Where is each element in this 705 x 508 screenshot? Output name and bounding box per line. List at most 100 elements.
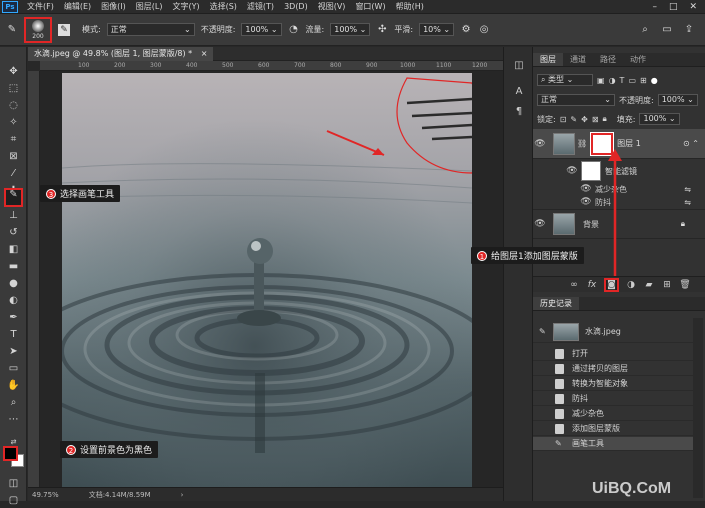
- color-swatches[interactable]: [3, 446, 25, 468]
- close-button[interactable]: ✕: [689, 2, 697, 12]
- color-panel-icon[interactable]: ◫: [512, 59, 526, 73]
- share-icon[interactable]: ⇪: [683, 24, 695, 36]
- fx-icon[interactable]: fx: [586, 280, 598, 290]
- minimize-button[interactable]: –: [652, 2, 657, 12]
- menu-layer[interactable]: 图层(L): [131, 1, 168, 12]
- history-item[interactable]: 转换为智能对象: [533, 377, 693, 391]
- history-item[interactable]: 打开: [533, 347, 693, 361]
- eye-icon[interactable]: 👁︎: [533, 219, 547, 229]
- gear-icon[interactable]: ⚙: [460, 24, 472, 36]
- gradient-tool-icon[interactable]: ▬: [5, 260, 22, 274]
- filter-smart-icon[interactable]: ⊞: [640, 76, 647, 85]
- screen-mode-icon[interactable]: ▢: [5, 494, 22, 508]
- quick-mask-icon[interactable]: ◫: [5, 477, 22, 491]
- stamp-tool-icon[interactable]: ⊥: [5, 209, 22, 223]
- water-drop-image[interactable]: [62, 73, 472, 487]
- close-tab-icon[interactable]: ×: [201, 49, 208, 58]
- history-item[interactable]: 防抖: [533, 392, 693, 406]
- frame-tool-icon[interactable]: ⊠: [5, 150, 22, 164]
- document-tab[interactable]: 水滴.jpeg @ 49.8% (图层 1, 图层蒙版/8) * ×: [28, 47, 214, 61]
- crop-tool-icon[interactable]: ⌗: [5, 133, 22, 147]
- menu-file[interactable]: 文件(F): [22, 1, 59, 12]
- lock-paint-icon[interactable]: ✎: [570, 115, 577, 124]
- flow-input[interactable]: 100% ⌄: [330, 23, 371, 36]
- eyedropper-tool-icon[interactable]: ⁄: [5, 167, 22, 181]
- lock-pixels-icon[interactable]: ⊡: [560, 115, 567, 124]
- menu-filter[interactable]: 滤镜(T): [242, 1, 279, 12]
- menu-image[interactable]: 图像(I): [96, 1, 131, 12]
- history-scrollbar[interactable]: [693, 318, 703, 498]
- tab-actions[interactable]: 动作: [623, 53, 653, 66]
- hand-tool-icon[interactable]: ✋: [5, 379, 22, 393]
- history-snapshot[interactable]: ✎ 水滴.jpeg: [533, 321, 693, 343]
- search-icon[interactable]: ⌕: [639, 24, 651, 36]
- adjustment-layer-icon[interactable]: ◑: [625, 280, 637, 290]
- eraser-tool-icon[interactable]: ◧: [5, 243, 22, 257]
- airbrush-icon[interactable]: ✣: [376, 24, 388, 36]
- magic-wand-tool-icon[interactable]: ✧: [5, 116, 22, 130]
- path-selection-tool-icon[interactable]: ➤: [5, 345, 22, 359]
- pressure-opacity-icon[interactable]: ◔: [288, 24, 300, 36]
- filter-type-icon[interactable]: T: [620, 76, 625, 85]
- filter-options-icon[interactable]: ⇋: [684, 185, 691, 194]
- brush-settings-icon[interactable]: ✎: [58, 23, 70, 36]
- dodge-tool-icon[interactable]: ◐: [5, 294, 22, 308]
- adjustments-panel-icon[interactable]: A: [512, 85, 526, 99]
- history-item[interactable]: 通过拷贝的图层: [533, 362, 693, 376]
- filter-shape-icon[interactable]: ▭: [628, 76, 636, 85]
- lock-all-icon[interactable]: 🔒︎: [603, 114, 607, 124]
- eye-icon[interactable]: 👁︎: [579, 197, 593, 207]
- lock-move-icon[interactable]: ✥: [581, 115, 588, 124]
- tab-history[interactable]: 历史记录: [533, 297, 579, 310]
- more-tools-icon[interactable]: ⋯: [5, 413, 22, 427]
- lasso-tool-icon[interactable]: ◌: [5, 99, 22, 113]
- filter-toggle-icon[interactable]: ●: [651, 76, 658, 85]
- menu-view[interactable]: 视图(V): [313, 1, 351, 12]
- tab-channels[interactable]: 通道: [563, 53, 593, 66]
- opacity-input[interactable]: 100% ⌄: [241, 23, 282, 36]
- eye-icon[interactable]: 👁︎: [533, 139, 547, 149]
- filter-pixel-icon[interactable]: ▣: [597, 76, 605, 85]
- history-item[interactable]: 减少杂色: [533, 407, 693, 421]
- menu-edit[interactable]: 编辑(E): [59, 1, 96, 12]
- shape-tool-icon[interactable]: ▭: [5, 362, 22, 376]
- layer-opacity-input[interactable]: 100% ⌄: [657, 94, 698, 106]
- history-brush-tool-icon[interactable]: ↺: [5, 226, 22, 240]
- pen-tool-icon[interactable]: ✒: [5, 311, 22, 325]
- smooth-input[interactable]: 10% ⌄: [419, 23, 455, 36]
- filter-adjust-icon[interactable]: ◑: [609, 76, 616, 85]
- tab-paths[interactable]: 路径: [593, 53, 623, 66]
- tab-layers[interactable]: 图层: [533, 53, 563, 66]
- type-tool-icon[interactable]: T: [5, 328, 22, 342]
- lock-artboard-icon[interactable]: ⊠: [592, 115, 599, 124]
- pressure-size-icon[interactable]: ◎: [478, 24, 490, 36]
- add-mask-button[interactable]: ◙: [604, 277, 619, 292]
- layer-filter-select[interactable]: ⌕ 类型 ⌄: [537, 74, 593, 86]
- chevron-right-icon[interactable]: ›: [181, 491, 184, 499]
- history-item-current[interactable]: ✎ 画笔工具: [533, 437, 693, 451]
- menu-help[interactable]: 帮助(H): [391, 1, 429, 12]
- new-group-icon[interactable]: ▰: [643, 280, 655, 290]
- brush-preset-picker[interactable]: 200: [24, 16, 52, 43]
- blend-mode-select[interactable]: 正常 ⌄: [537, 94, 615, 106]
- menu-select[interactable]: 选择(S): [205, 1, 242, 12]
- fill-input[interactable]: 100% ⌄: [639, 113, 680, 125]
- menu-type[interactable]: 文字(Y): [167, 1, 204, 12]
- blur-tool-icon[interactable]: ●: [5, 277, 22, 291]
- zoom-tool-icon[interactable]: ⌕: [5, 396, 22, 410]
- trash-icon[interactable]: 🗑︎: [679, 280, 691, 290]
- foreground-color-swatch[interactable]: [3, 446, 18, 461]
- eye-icon[interactable]: 👁︎: [565, 166, 579, 176]
- document-size[interactable]: 文档:4.14M/8.59M: [89, 490, 151, 500]
- maximize-button[interactable]: □: [669, 2, 678, 12]
- history-item[interactable]: 添加图层蒙版: [533, 422, 693, 436]
- menu-3d[interactable]: 3D(D): [279, 2, 313, 11]
- zoom-level[interactable]: 49.75%: [32, 491, 59, 499]
- menu-window[interactable]: 窗口(W): [350, 1, 390, 12]
- character-panel-icon[interactable]: ¶: [512, 105, 526, 119]
- brush-tool-icon[interactable]: ✎: [4, 188, 23, 207]
- new-layer-icon[interactable]: ⊞: [661, 280, 673, 290]
- brush-tool-preset-icon[interactable]: ✎: [6, 24, 18, 36]
- move-tool-icon[interactable]: ✥: [5, 65, 22, 79]
- link-icon[interactable]: ∞: [568, 280, 580, 290]
